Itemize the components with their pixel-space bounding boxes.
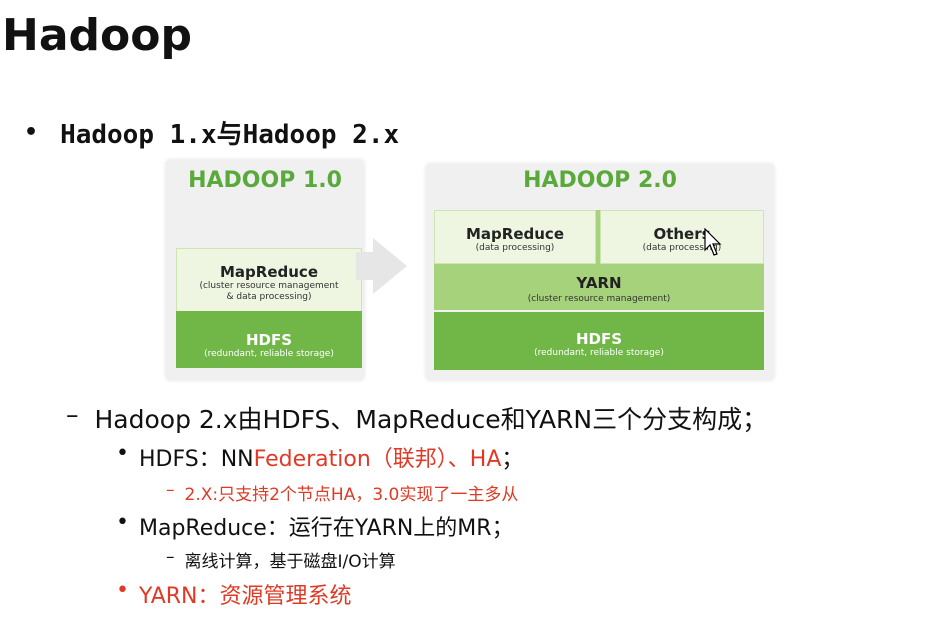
hadoop1-panel: HADOOP 1.0 MapReduce (cluster resource m…: [166, 160, 364, 380]
bullet-dot-icon: •: [116, 578, 129, 603]
list-item-mapreduce-sub: – 离线计算，基于磁盘I/O计算: [166, 547, 396, 572]
dash-marker-icon: –: [66, 400, 79, 429]
hadoop1-title: HADOOP 1.0: [188, 168, 342, 193]
hadoop2-hdfs-name: HDFS: [575, 330, 623, 348]
hadoop2-panel: HADOOP 2.0 YARN (cluster resource manage…: [426, 164, 774, 380]
hadoop2-hdfs-desc: (redundant, reliable storage): [534, 348, 664, 358]
hdfs-prefix: HDFS：NN: [138, 447, 254, 472]
list-item-l1: – Hadoop 2.x由HDFS、MapReduce和YARN三个分支构成；: [66, 400, 767, 436]
hadoop2-others-name: Others: [653, 225, 711, 243]
hadoop2-mapreduce-box: MapReduce (data processing): [434, 210, 596, 264]
dash-marker-icon: –: [166, 480, 175, 500]
hadoop2-mapreduce-name: MapReduce: [466, 225, 564, 243]
hadoop1-hdfs-desc: (redundant, reliable storage): [204, 349, 334, 359]
hadoop2-yarn-name: YARN: [576, 274, 622, 292]
hadoop1-hdfs-box: HDFS (redundant, reliable storage): [176, 311, 362, 368]
bullet-dot-icon: •: [116, 510, 129, 535]
hadoop1-mapreduce-desc2: & data processing): [226, 292, 312, 302]
list-item-hdfs-sub: – 2.X:只支持2个节点HA，3.0实现了一主多从: [166, 480, 518, 505]
list-item-yarn: • YARN：资源管理系统: [116, 578, 352, 610]
hadoop1-mapreduce-desc1: (cluster resource management: [199, 281, 339, 291]
main-bullet: • Hadoop 1.x与Hadoop 2.x: [24, 114, 399, 151]
list-item-mapreduce: • MapReduce：运行在YARN上的MR；: [116, 510, 514, 542]
bullet-dot-icon: •: [24, 120, 39, 145]
right-arrow-icon: [373, 238, 407, 294]
list-item-hdfs: • HDFS：NN Federation（联邦）、HA ；: [116, 441, 523, 473]
hadoop-architecture-diagram: HADOOP 1.0 MapReduce (cluster resource m…: [166, 160, 776, 382]
hadoop2-others-box: Others (data processing): [600, 210, 764, 264]
hadoop1-mapreduce-box: MapReduce (cluster resource management &…: [176, 248, 362, 311]
mapreduce-text: MapReduce：运行在YARN上的MR；: [138, 516, 514, 541]
l1-text: Hadoop 2.x由HDFS、MapReduce和YARN三个分支构成；: [94, 405, 768, 434]
hadoop2-mapreduce-desc: (data processing): [475, 243, 555, 253]
dash-marker-icon: –: [166, 547, 175, 567]
hadoop1-hdfs-name: HDFS: [245, 331, 293, 349]
hdfs-sub-text: 2.X:只支持2个节点HA，3.0实现了一主多从: [184, 485, 519, 505]
hadoop2-others-desc: (data processing): [642, 243, 722, 253]
main-bullet-text: Hadoop 1.x与Hadoop 2.x: [60, 120, 400, 150]
mapreduce-sub-text: 离线计算，基于磁盘I/O计算: [184, 552, 396, 572]
slide-title: Hadoop: [2, 10, 192, 61]
bullet-dot-icon: •: [116, 441, 129, 466]
hdfs-suffix: ；: [501, 447, 524, 472]
hadoop2-yarn-desc: (cluster resource management): [527, 294, 671, 304]
hadoop2-hdfs-box: HDFS (redundant, reliable storage): [434, 312, 764, 370]
yarn-text: YARN：资源管理系统: [138, 584, 352, 609]
hdfs-red-text: Federation（联邦）、HA: [253, 447, 502, 472]
mouse-cursor-icon: [704, 228, 722, 256]
hadoop2-title: HADOOP 2.0: [523, 168, 677, 193]
hadoop1-mapreduce-name: MapReduce: [220, 263, 318, 281]
